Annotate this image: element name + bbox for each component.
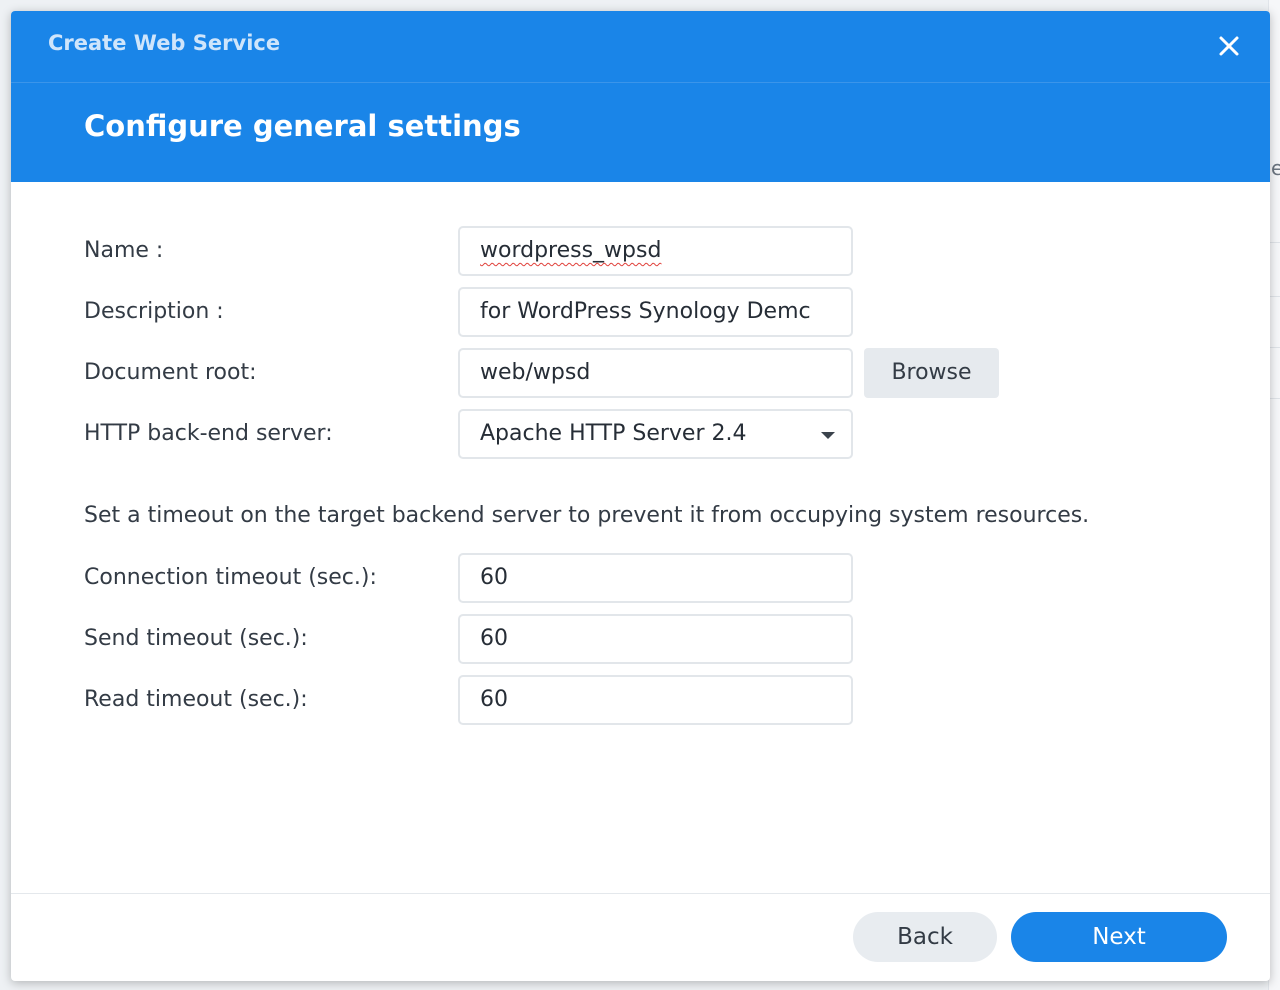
name-row: Name : wordpress_wpsd (11, 226, 1270, 276)
document-root-label: Document root: (84, 360, 257, 385)
connection-timeout-row: Connection timeout (sec.): 60 (11, 553, 1270, 603)
dropdown-arrow-icon (821, 432, 835, 439)
footer-divider (11, 893, 1270, 894)
backend-server-value: Apache HTTP Server 2.4 (480, 421, 747, 446)
read-timeout-input[interactable]: 60 (458, 675, 853, 725)
read-timeout-label: Read timeout (sec.): (84, 687, 308, 712)
name-label: Name : (84, 238, 164, 263)
description-input[interactable]: for WordPress Synology Demc (458, 287, 853, 337)
backend-server-label: HTTP back-end server: (84, 421, 333, 446)
send-timeout-row: Send timeout (sec.): 60 (11, 614, 1270, 664)
connection-timeout-label: Connection timeout (sec.): (84, 565, 377, 590)
next-button[interactable]: Next (1011, 912, 1227, 962)
page-title: Configure general settings (84, 109, 521, 143)
background-partial-glyph: e (1271, 156, 1280, 180)
send-timeout-value: 60 (480, 626, 508, 651)
read-timeout-row: Read timeout (sec.): 60 (11, 675, 1270, 725)
back-button[interactable]: Back (853, 912, 997, 962)
browse-button[interactable]: Browse (864, 348, 999, 398)
step-header: Configure general settings (11, 83, 1270, 182)
document-root-input[interactable]: web/wpsd (458, 348, 853, 398)
document-root-row: Document root: web/wpsd Browse (11, 348, 1270, 398)
connection-timeout-input[interactable]: 60 (458, 553, 853, 603)
connection-timeout-value: 60 (480, 565, 508, 590)
close-button[interactable] (1214, 31, 1244, 61)
name-input[interactable]: wordpress_wpsd (458, 226, 853, 276)
description-label: Description : (84, 299, 224, 324)
send-timeout-label: Send timeout (sec.): (84, 626, 308, 651)
close-icon (1219, 36, 1239, 56)
send-timeout-input[interactable]: 60 (458, 614, 853, 664)
dialog-titlebar: Create Web Service (11, 11, 1270, 83)
name-value: wordpress_wpsd (480, 238, 662, 263)
backend-server-select[interactable]: Apache HTTP Server 2.4 (458, 409, 853, 459)
create-web-service-dialog: Create Web Service Configure general set… (11, 11, 1270, 981)
description-row: Description : for WordPress Synology Dem… (11, 287, 1270, 337)
backend-server-row: HTTP back-end server: Apache HTTP Server… (11, 409, 1270, 459)
read-timeout-value: 60 (480, 687, 508, 712)
window-title: Create Web Service (48, 31, 281, 55)
description-value: for WordPress Synology Demc (480, 299, 811, 324)
document-root-value: web/wpsd (480, 360, 591, 385)
timeout-info-text: Set a timeout on the target backend serv… (84, 503, 1090, 528)
